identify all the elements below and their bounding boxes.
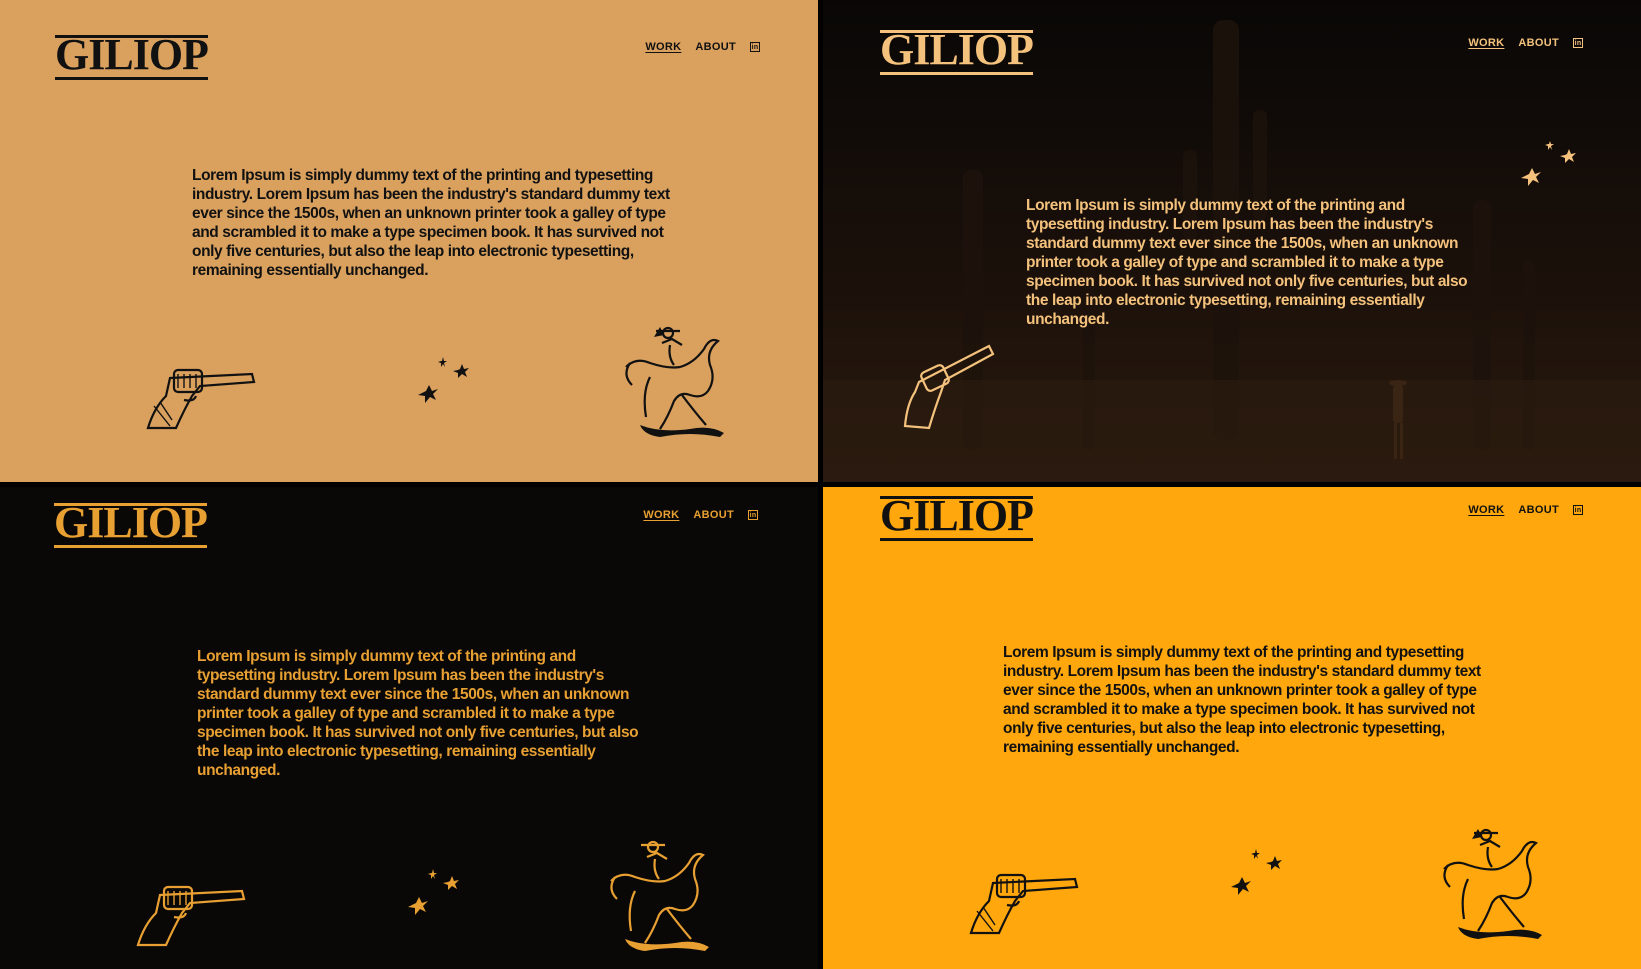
revolver-icon: [969, 873, 1079, 935]
giliop-logo[interactable]: GILIOP: [880, 28, 1034, 75]
nav-work-link[interactable]: WORK: [1468, 37, 1504, 49]
variant-tan-panel: GILIOP WORK ABOUT in Lorem Ipsum is simp…: [0, 0, 818, 482]
variant-dark-photo-panel: GILIOP WORK ABOUT in Lorem Ipsum is simp…: [823, 0, 1641, 482]
nav-work-link[interactable]: WORK: [643, 509, 679, 521]
intro-paragraph: Lorem Ipsum is simply dummy text of the …: [192, 167, 670, 279]
spark-icon: [1231, 849, 1282, 895]
spark-icon: [408, 869, 459, 915]
linkedin-icon[interactable]: in: [750, 42, 760, 52]
nav-work-link[interactable]: WORK: [645, 41, 681, 53]
spark-icon: [418, 357, 469, 403]
variant-amber-panel: GILIOP WORK ABOUT in Lorem Ipsum is simp…: [823, 487, 1641, 969]
top-nav: WORK ABOUT in: [643, 509, 758, 521]
giliop-logo[interactable]: GILIOP: [880, 494, 1034, 541]
nav-about-link[interactable]: ABOUT: [1518, 37, 1559, 49]
intro-paragraph: Lorem Ipsum is simply dummy text of the …: [1003, 644, 1481, 756]
spark-icon: [1521, 141, 1576, 186]
linkedin-icon[interactable]: in: [1573, 38, 1583, 48]
revolver-icon: [146, 368, 256, 430]
top-nav: WORK ABOUT in: [645, 41, 760, 53]
variant-black-panel: GILIOP WORK ABOUT in Lorem Ipsum is simp…: [0, 487, 818, 969]
linkedin-icon[interactable]: in: [1573, 505, 1583, 515]
giliop-logo[interactable]: GILIOP: [55, 33, 209, 80]
intro-paragraph: Lorem Ipsum is simply dummy text of the …: [197, 648, 639, 779]
nav-about-link[interactable]: ABOUT: [1518, 504, 1559, 516]
nav-work-link[interactable]: WORK: [1468, 504, 1504, 516]
top-nav: WORK ABOUT in: [1468, 37, 1583, 49]
bronco-rider-icon: [625, 326, 724, 437]
revolver-icon: [136, 885, 246, 947]
giliop-logo[interactable]: GILIOP: [54, 501, 208, 548]
linkedin-icon[interactable]: in: [748, 510, 758, 520]
nav-about-link[interactable]: ABOUT: [695, 41, 736, 53]
bronco-rider-icon: [610, 840, 709, 951]
revolver-icon: [903, 344, 995, 430]
top-nav: WORK ABOUT in: [1468, 504, 1583, 516]
nav-about-link[interactable]: ABOUT: [693, 509, 734, 521]
intro-paragraph: Lorem Ipsum is simply dummy text of the …: [1026, 197, 1468, 328]
bronco-rider-icon: [1443, 828, 1542, 939]
